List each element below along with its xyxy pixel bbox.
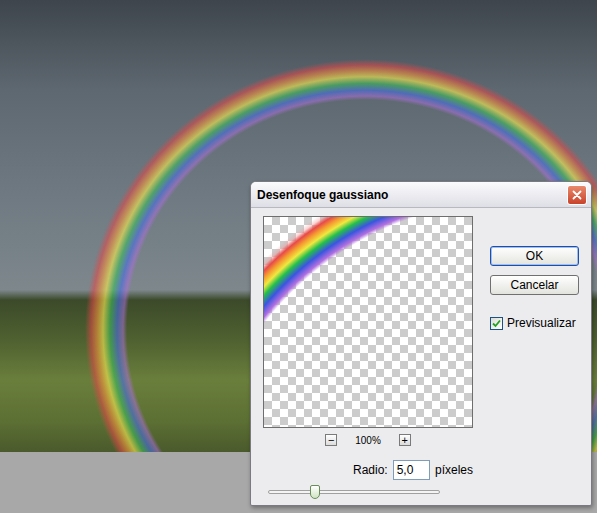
radius-field[interactable]: 5,0 (393, 460, 430, 480)
zoom-out-button[interactable]: − (325, 434, 337, 446)
gaussian-blur-dialog: Desenfoque gaussiano − 100% + Radio: 5,0 píxel… (250, 181, 592, 506)
dialog-title: Desenfoque gaussiano (257, 188, 388, 202)
button-column: OK Cancelar Previsualizar (490, 216, 579, 494)
screen: Desenfoque gaussiano − 100% + Radio: 5,0 píxel… (0, 0, 597, 513)
preview-checkbox[interactable] (490, 317, 503, 330)
preview-label: Previsualizar (507, 316, 576, 330)
radius-label: Radio: (353, 463, 388, 477)
dialog-button[interactable]: OK (490, 246, 579, 266)
zoom-value: 100% (355, 435, 381, 446)
preview-image[interactable] (263, 216, 473, 428)
radius-slider[interactable] (268, 490, 440, 494)
slider-thumb[interactable] (310, 485, 320, 499)
close-button[interactable] (567, 185, 587, 205)
zoom-in-button[interactable]: + (399, 434, 411, 446)
radius-row: Radio: 5,0 píxeles (263, 446, 473, 480)
dialog-button[interactable]: Cancelar (490, 275, 579, 295)
title-bar: Desenfoque gaussiano (251, 182, 591, 208)
dialog-body: − 100% + Radio: 5,0 píxeles OK Cancelar Previsua… (251, 208, 591, 494)
radius-unit: píxeles (435, 463, 473, 477)
preview-column: − 100% + Radio: 5,0 píxeles (263, 216, 473, 494)
zoom-row: − 100% + (263, 428, 473, 446)
close-icon (572, 190, 582, 200)
preview-checkbox-row[interactable]: Previsualizar (490, 316, 579, 330)
check-icon (492, 319, 501, 328)
